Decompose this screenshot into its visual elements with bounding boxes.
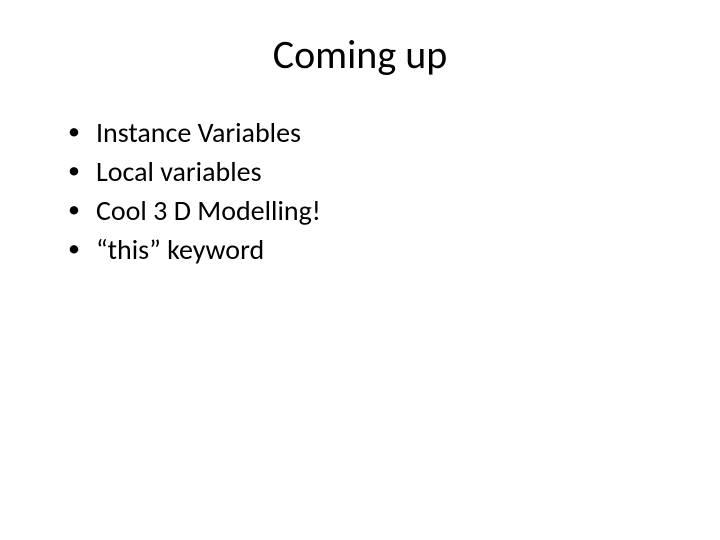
- list-item: • Cool 3 D Modelling!: [68, 193, 680, 228]
- bullet-icon: •: [68, 156, 80, 186]
- list-item-text: “this” keyword: [96, 232, 264, 267]
- list-item: • Local variables: [68, 154, 680, 189]
- bullet-icon: •: [68, 117, 80, 147]
- bullet-list: • Instance Variables • Local variables •…: [40, 115, 680, 267]
- bullet-icon: •: [68, 195, 80, 225]
- bullet-icon: •: [68, 234, 80, 264]
- list-item: • “this” keyword: [68, 232, 680, 267]
- list-item-text: Cool 3 D Modelling!: [96, 193, 321, 228]
- slide-title: Coming up: [40, 30, 680, 79]
- list-item: • Instance Variables: [68, 115, 680, 150]
- list-item-text: Instance Variables: [96, 115, 301, 150]
- list-item-text: Local variables: [96, 154, 262, 189]
- slide: Coming up • Instance Variables • Local v…: [0, 0, 720, 540]
